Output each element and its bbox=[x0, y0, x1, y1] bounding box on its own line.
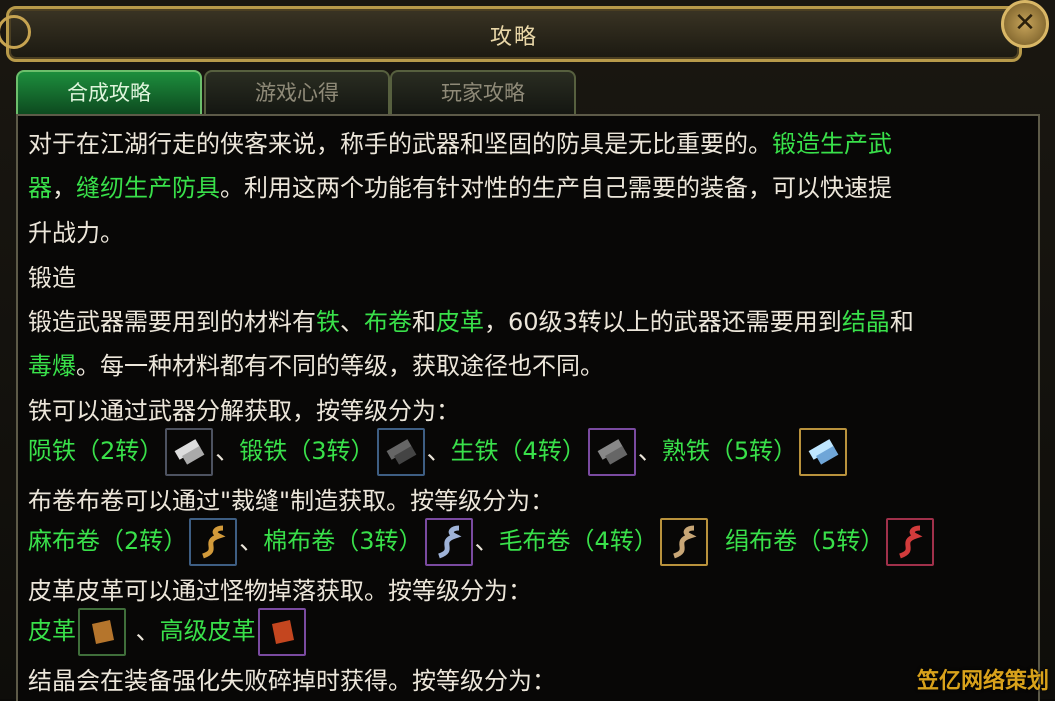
text: 和 bbox=[412, 308, 436, 336]
cotton-roll-icon[interactable] bbox=[424, 518, 473, 566]
item-name[interactable]: 麻布卷（2转） bbox=[28, 527, 187, 555]
leather-items-row: 皮革 、高级皮革 bbox=[28, 608, 308, 656]
text: 对于在江湖行走的侠客来说，称手的武器和坚固的防具是无比重要的。 bbox=[28, 130, 772, 158]
wrought-iron-icon[interactable] bbox=[376, 428, 425, 476]
paragraph-line: 布卷布卷可以通过"裁缝"制造获取。按等级分为： bbox=[28, 487, 555, 515]
watermark-text: 笠亿网络策划 bbox=[916, 669, 1049, 694]
meteor-iron-icon[interactable] bbox=[165, 428, 214, 476]
title-bar: 攻略 bbox=[0, 6, 1022, 62]
text: ，60级3转以上的武器还需要用到 bbox=[484, 308, 842, 336]
text: 锻造武器需要用到的材料有 bbox=[28, 308, 316, 336]
separator: 、 bbox=[474, 527, 499, 555]
text: 和 bbox=[889, 308, 914, 336]
paragraph-line: 器，缝纫生产防具。利用这两个功能有针对性的生产自己需要的装备，可以快速提 bbox=[28, 168, 892, 203]
tab-synthesis-guide[interactable]: 合成攻略 bbox=[16, 70, 202, 114]
tab-player-guide[interactable]: 玩家攻略 bbox=[390, 70, 576, 114]
separator: 、 bbox=[637, 437, 662, 465]
highlight-link[interactable]: 锻造生产武 bbox=[772, 130, 892, 158]
item-name[interactable]: 毛布卷（4转） bbox=[499, 527, 658, 555]
pig-iron-icon[interactable] bbox=[587, 428, 636, 476]
paragraph-line: 锻造武器需要用到的材料有铁、布卷和皮革，60级3转以上的武器还需要用到结晶和 bbox=[28, 302, 914, 337]
leather-icon[interactable] bbox=[78, 608, 126, 656]
paragraph-line: 毒爆。每一种材料都有不同的等级，获取途径也不同。 bbox=[28, 346, 604, 381]
silk-roll-icon[interactable] bbox=[886, 518, 935, 566]
text: 。利用这两个功能有针对性的生产自己需要的装备，可以快速提 bbox=[220, 174, 892, 202]
paragraph-line: 对于在江湖行走的侠客来说，称手的武器和坚固的防具是无比重要的。锻造生产武 bbox=[28, 124, 892, 159]
highlight-link[interactable]: 器 bbox=[28, 174, 52, 202]
highlight-link[interactable]: 结晶 bbox=[842, 308, 890, 336]
window-title: 攻略 bbox=[489, 25, 538, 50]
linen-roll-icon[interactable] bbox=[189, 518, 238, 566]
paragraph-line: 皮革皮革可以通过怪物掉落获取。按等级分为： bbox=[28, 577, 532, 605]
cooked-iron-icon[interactable] bbox=[799, 428, 848, 476]
paragraph-line: 铁可以通过武器分解获取，按等级分为： bbox=[28, 397, 460, 425]
item-name[interactable]: 高级皮革 bbox=[160, 617, 256, 645]
item-name[interactable]: 锻铁（3转） bbox=[239, 437, 374, 465]
item-name[interactable]: 皮革 bbox=[28, 617, 76, 645]
item-name[interactable]: 棉布卷（3转） bbox=[263, 527, 422, 555]
item-name[interactable]: 陨铁（2转） bbox=[28, 437, 163, 465]
highlight-link[interactable]: 布卷 bbox=[364, 308, 412, 336]
game-window: 攻略 ✕ 合成攻略 游戏心得 玩家攻略 对于在江湖行走的侠客来说，称手的武器和坚… bbox=[0, 0, 1055, 701]
text: ， bbox=[52, 174, 76, 202]
guide-content: 对于在江湖行走的侠客来说，称手的武器和坚固的防具是无比重要的。锻造生产武 器，缝… bbox=[16, 114, 1040, 701]
tab-game-tips[interactable]: 游戏心得 bbox=[204, 70, 390, 114]
text: 、 bbox=[340, 308, 364, 336]
item-name[interactable]: 生铁（4转） bbox=[451, 437, 586, 465]
separator: 、 bbox=[135, 617, 160, 645]
close-button[interactable]: ✕ bbox=[1001, 0, 1049, 48]
separator: 、 bbox=[426, 437, 451, 465]
item-name[interactable]: 熟铁（5转） bbox=[662, 437, 797, 465]
item-name[interactable]: 绢布卷（5转） bbox=[725, 527, 884, 555]
premium-leather-icon[interactable] bbox=[257, 608, 306, 656]
highlight-link[interactable]: 皮革 bbox=[436, 308, 484, 336]
highlight-link[interactable]: 缝纫生产防具 bbox=[76, 174, 220, 202]
text: 。每一种材料都有不同的等级，获取途径也不同。 bbox=[76, 352, 604, 380]
iron-items-row: 陨铁（2转） 、锻铁（3转） 、生铁（4转） 、熟铁（5转） bbox=[28, 428, 849, 476]
wool-roll-icon[interactable] bbox=[659, 518, 708, 566]
highlight-link[interactable]: 铁 bbox=[316, 308, 340, 336]
separator: 、 bbox=[239, 527, 264, 555]
separator: 、 bbox=[215, 437, 240, 465]
paragraph-line: 升战力。 bbox=[28, 219, 124, 247]
highlight-link[interactable]: 毒爆 bbox=[28, 352, 76, 380]
section-heading: 锻造 bbox=[28, 264, 76, 292]
cloth-items-row: 麻布卷（2转） 、棉布卷（3转） 、毛布卷（4转） 绢布卷（5转） bbox=[28, 518, 936, 566]
paragraph-line: 结晶会在装备强化失败碎掉时获得。按等级分为： bbox=[28, 667, 556, 695]
